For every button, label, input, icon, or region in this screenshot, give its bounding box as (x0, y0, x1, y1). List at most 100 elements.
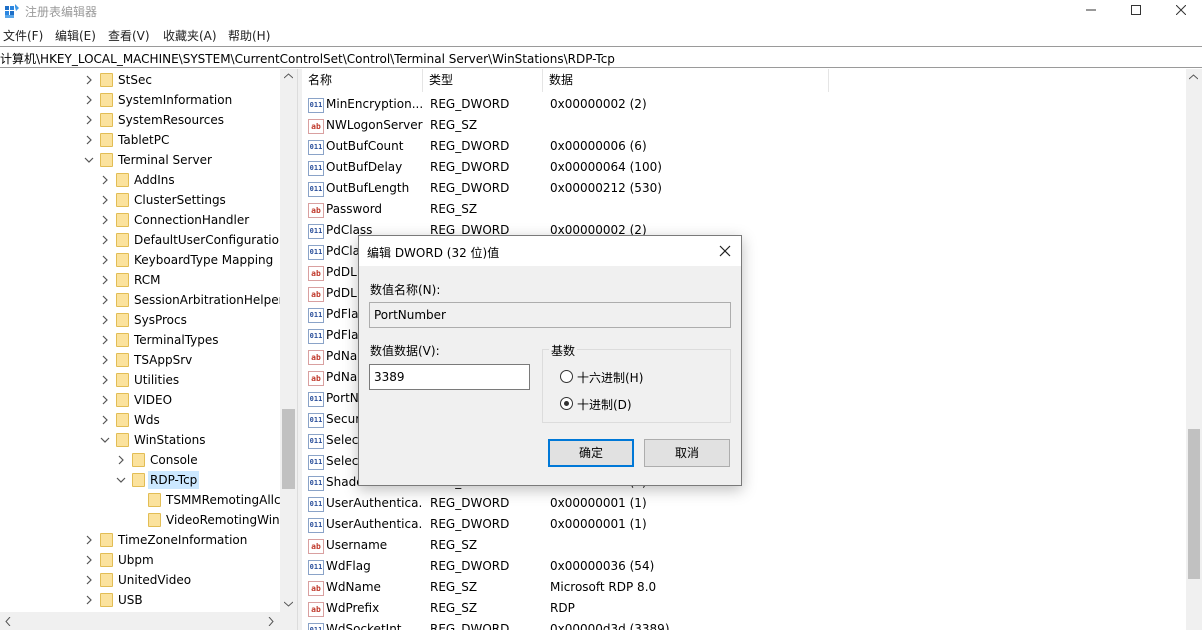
tree-item[interactable]: VIDEO (0, 390, 297, 410)
chevron-right-icon[interactable] (84, 75, 94, 85)
tree-item[interactable]: SessionArbitrationHelper (0, 290, 297, 310)
tree-item-label[interactable]: TSMMRemotingAllc (164, 491, 283, 509)
chevron-up-icon[interactable] (1189, 74, 1198, 80)
tree-item[interactable]: ConnectionHandler (0, 210, 297, 230)
menu-edit[interactable]: 编辑(E) (55, 27, 96, 44)
value-row[interactable]: 011 WdSocketInt... REG_DWORD 0x00000d3d (33… (302, 620, 1187, 630)
chevron-right-icon[interactable] (268, 617, 274, 626)
chevron-right-icon[interactable] (84, 535, 94, 545)
list-scroll-thumb[interactable] (1188, 429, 1200, 579)
chevron-right-icon[interactable] (100, 355, 110, 365)
tree-item-label[interactable]: Ubpm (116, 551, 156, 569)
chevron-right-icon[interactable] (100, 375, 110, 385)
tree-item-label[interactable]: SystemInformation (116, 91, 234, 109)
menu-favorites[interactable]: 收藏夹(A) (163, 27, 217, 44)
tree-item[interactable]: DefaultUserConfiguratio (0, 230, 297, 250)
value-row[interactable]: 011 OutBufLength REG_DWORD 0x00000212 (530) (302, 179, 1187, 200)
tree-item-label[interactable]: SysProcs (132, 311, 189, 329)
list-vertical-scrollbar[interactable] (1186, 69, 1202, 630)
tree-item-label[interactable]: TimeZoneInformation (116, 531, 249, 549)
tree-item-label[interactable]: ConnectionHandler (132, 211, 251, 229)
tree-item[interactable]: Utilities (0, 370, 297, 390)
tree-item-label[interactable]: Utilities (132, 371, 181, 389)
chevron-right-icon[interactable] (84, 135, 94, 145)
value-row[interactable]: ab Username REG_SZ (302, 536, 1187, 557)
cancel-button[interactable]: 取消 (644, 439, 730, 467)
tree-item[interactable]: RCM (0, 270, 297, 290)
minimize-button[interactable] (1068, 0, 1114, 22)
address-bar[interactable]: 计算机\HKEY_LOCAL_MACHINE\SYSTEM\CurrentCon… (0, 46, 1202, 68)
close-button[interactable] (1158, 0, 1202, 22)
chevron-right-icon[interactable] (100, 215, 110, 225)
value-data-input[interactable]: 3389 (369, 364, 530, 390)
decimal-label[interactable]: 十进制(D) (577, 396, 632, 413)
tree-item[interactable]: Wds (0, 410, 297, 430)
value-row[interactable]: 011 OutBufDelay REG_DWORD 0x00000064 (100) (302, 158, 1187, 179)
tree-item[interactable]: WinStations (0, 430, 297, 450)
tree-item[interactable]: ClusterSettings (0, 190, 297, 210)
radio-decimal[interactable] (560, 397, 573, 410)
tree-item[interactable]: TabletPC (0, 130, 297, 150)
tree-item-label[interactable]: Console (148, 451, 200, 469)
tree-item[interactable]: KeyboardType Mapping (0, 250, 297, 270)
tree-item-label[interactable]: WinStations (132, 431, 207, 449)
tree-item-label[interactable]: Terminal Server (116, 151, 214, 169)
hexadecimal-label[interactable]: 十六进制(H) (577, 369, 643, 386)
tree-item-label[interactable]: VIDEO (132, 391, 174, 409)
menu-file[interactable]: 文件(F) (3, 27, 43, 44)
chevron-down-icon[interactable] (116, 475, 126, 485)
tree-item-label[interactable]: ClusterSettings (132, 191, 228, 209)
dialog-close-icon[interactable] (717, 243, 733, 259)
tree-item[interactable]: VideoRemotingWin (0, 510, 297, 530)
tree-scroll-thumb[interactable] (282, 409, 295, 489)
value-row[interactable]: 011 OutBufCount REG_DWORD 0x00000006 (6) (302, 137, 1187, 158)
tree-item[interactable]: TimeZoneInformation (0, 530, 297, 550)
radio-hexadecimal[interactable] (560, 370, 573, 383)
tree-item[interactable]: Ubpm (0, 550, 297, 570)
tree-item-label[interactable]: TSAppSrv (132, 351, 194, 369)
address-path[interactable]: 计算机\HKEY_LOCAL_MACHINE\SYSTEM\CurrentCon… (0, 50, 615, 67)
tree-item[interactable]: USB (0, 590, 297, 610)
tree-item-label[interactable]: TerminalTypes (132, 331, 221, 349)
chevron-down-icon[interactable] (284, 601, 293, 607)
tree-item-label[interactable]: SessionArbitrationHelper (132, 291, 286, 309)
chevron-right-icon[interactable] (84, 555, 94, 565)
column-header-name[interactable]: 名称 (302, 69, 423, 92)
tree-item[interactable]: SystemResources (0, 110, 297, 130)
value-row[interactable]: ab Password REG_SZ (302, 200, 1187, 221)
chevron-right-icon[interactable] (100, 255, 110, 265)
menu-view[interactable]: 查看(V) (108, 27, 150, 44)
column-header-data[interactable]: 数据 (543, 69, 829, 92)
chevron-right-icon[interactable] (100, 395, 110, 405)
chevron-up-icon[interactable] (284, 73, 293, 79)
tree-item-label[interactable]: RDP-Tcp (148, 471, 200, 489)
chevron-right-icon[interactable] (100, 415, 110, 425)
tree-horizontal-scrollbar[interactable] (0, 612, 297, 630)
value-row[interactable]: ab WdName REG_SZ Microsoft RDP 8.0 (302, 578, 1187, 599)
tree-item[interactable]: StSec (0, 70, 297, 90)
chevron-right-icon[interactable] (116, 455, 126, 465)
value-row[interactable]: 011 UserAuthentica... REG_DWORD 0x00000001 … (302, 494, 1187, 515)
menu-help[interactable]: 帮助(H) (228, 27, 270, 44)
tree-item-label[interactable]: TabletPC (116, 131, 171, 149)
value-row[interactable]: 011 MinEncryption... REG_DWORD 0x00000002 (… (302, 95, 1187, 116)
tree-item-label[interactable]: AddIns (132, 171, 177, 189)
tree-item[interactable]: Terminal Server (0, 150, 297, 170)
tree-vertical-scrollbar[interactable] (280, 69, 297, 612)
value-row[interactable]: 011 WdFlag REG_DWORD 0x00000036 (54) (302, 557, 1187, 578)
chevron-right-icon[interactable] (100, 335, 110, 345)
chevron-left-icon[interactable] (5, 617, 11, 626)
tree-item-label[interactable]: SystemResources (116, 111, 226, 129)
chevron-right-icon[interactable] (100, 275, 110, 285)
value-name-field[interactable]: PortNumber (369, 302, 731, 328)
tree-item-label[interactable]: RCM (132, 271, 162, 289)
tree-item-label[interactable]: Wds (132, 411, 162, 429)
chevron-right-icon[interactable] (100, 235, 110, 245)
tree-item[interactable]: TSMMRemotingAllc (0, 490, 297, 510)
chevron-right-icon[interactable] (84, 115, 94, 125)
tree-item-label[interactable]: KeyboardType Mapping (132, 251, 275, 269)
chevron-down-icon[interactable] (84, 155, 94, 165)
tree-item[interactable]: UnitedVideo (0, 570, 297, 590)
chevron-right-icon[interactable] (100, 175, 110, 185)
tree-item-label[interactable]: DefaultUserConfiguratio (132, 231, 281, 249)
